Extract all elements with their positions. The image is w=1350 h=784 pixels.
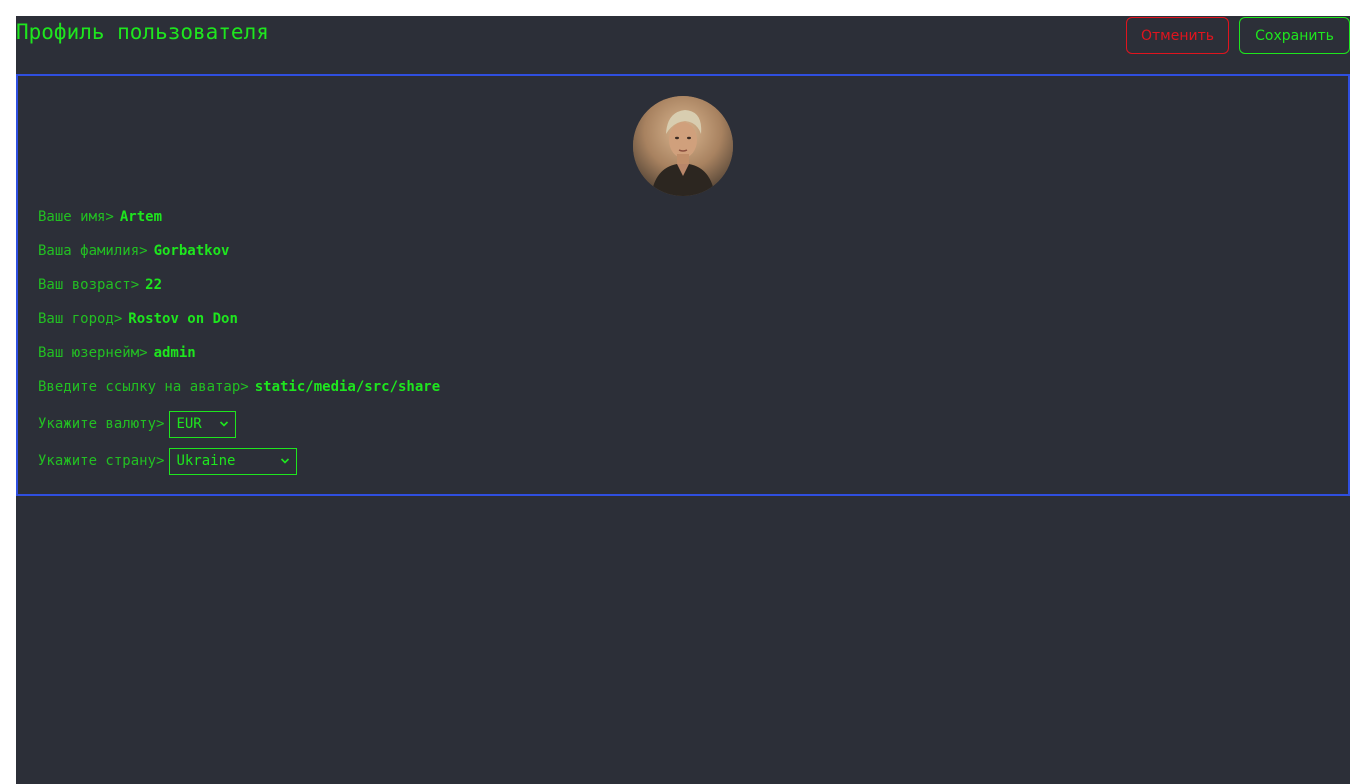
age-input[interactable] — [145, 277, 336, 293]
last-name-input[interactable] — [153, 243, 344, 259]
age-label: Ваш возраст> — [38, 277, 140, 293]
page-title: Профиль пользователя — [16, 20, 269, 44]
currency-selected-value: EUR — [176, 416, 202, 432]
last-name-row: Ваша фамилия> — [38, 241, 344, 261]
avatar — [633, 96, 733, 196]
save-button[interactable]: Сохранить — [1239, 17, 1350, 54]
city-input[interactable] — [128, 311, 319, 327]
country-label: Укажите страну> — [38, 453, 165, 469]
username-input[interactable] — [153, 345, 344, 361]
country-selected-value: Ukraine — [176, 453, 236, 469]
first-name-label: Ваше имя> — [38, 209, 114, 225]
country-select[interactable]: Ukraine — [169, 447, 298, 475]
cancel-button[interactable]: Отменить — [1126, 17, 1229, 54]
first-name-row: Ваше имя> — [38, 207, 310, 227]
chevron-down-icon — [281, 457, 290, 464]
age-row: Ваш возраст> — [38, 275, 336, 295]
city-label: Ваш город> — [38, 311, 123, 327]
username-row: Ваш юзернейм> — [38, 343, 344, 363]
currency-select[interactable]: EUR — [169, 410, 237, 438]
avatar-photo-icon — [633, 96, 733, 196]
currency-label: Укажите валюту> — [38, 416, 165, 432]
profile-card: Ваше имя> Ваша фамилия> Ваш возраст> Ваш… — [16, 74, 1350, 496]
first-name-input[interactable] — [119, 209, 310, 225]
city-row: Ваш город> — [38, 309, 319, 329]
profile-page: Профиль пользователя Отменить Сохранить — [16, 16, 1350, 784]
currency-row: Укажите валюту> EUR — [38, 410, 237, 438]
page-header: Профиль пользователя Отменить Сохранить — [16, 16, 1350, 74]
avatar-url-row: Введите ссылку на аватар> — [38, 377, 445, 397]
chevron-down-icon — [220, 420, 229, 427]
avatar-url-label: Введите ссылку на аватар> — [38, 379, 249, 395]
last-name-label: Ваша фамилия> — [38, 243, 148, 259]
username-label: Ваш юзернейм> — [38, 345, 148, 361]
country-row: Укажите страну> Ukraine — [38, 447, 298, 475]
avatar-url-input[interactable] — [254, 379, 445, 395]
